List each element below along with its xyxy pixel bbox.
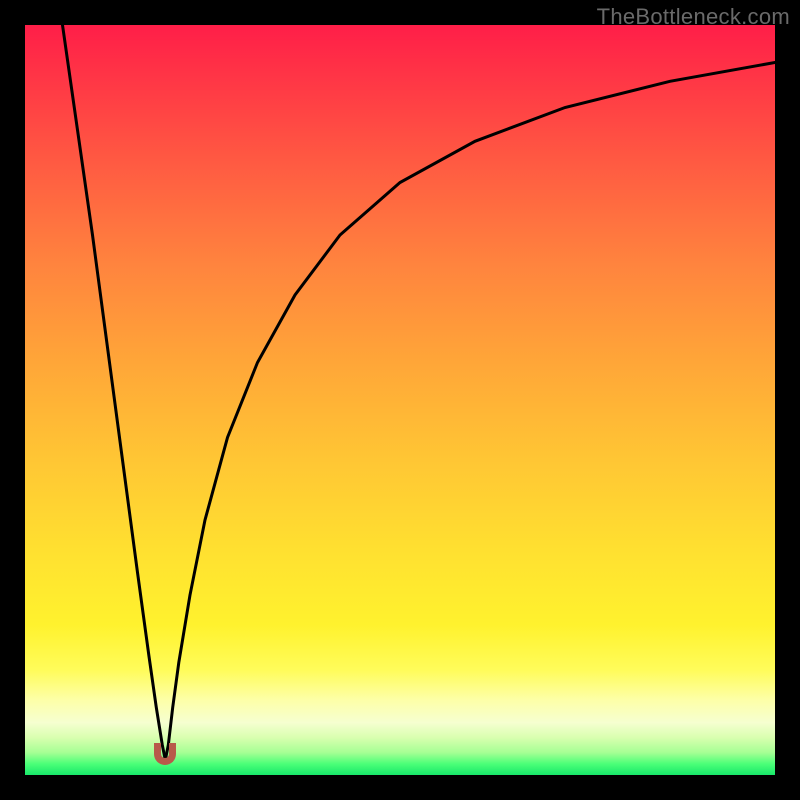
watermark-text: TheBottleneck.com [597, 4, 790, 30]
chart-frame: TheBottleneck.com [0, 0, 800, 800]
plot-area [25, 25, 775, 775]
curve-left-segment [63, 25, 166, 760]
bottleneck-curve [25, 25, 775, 775]
curve-right-segment [165, 63, 775, 761]
